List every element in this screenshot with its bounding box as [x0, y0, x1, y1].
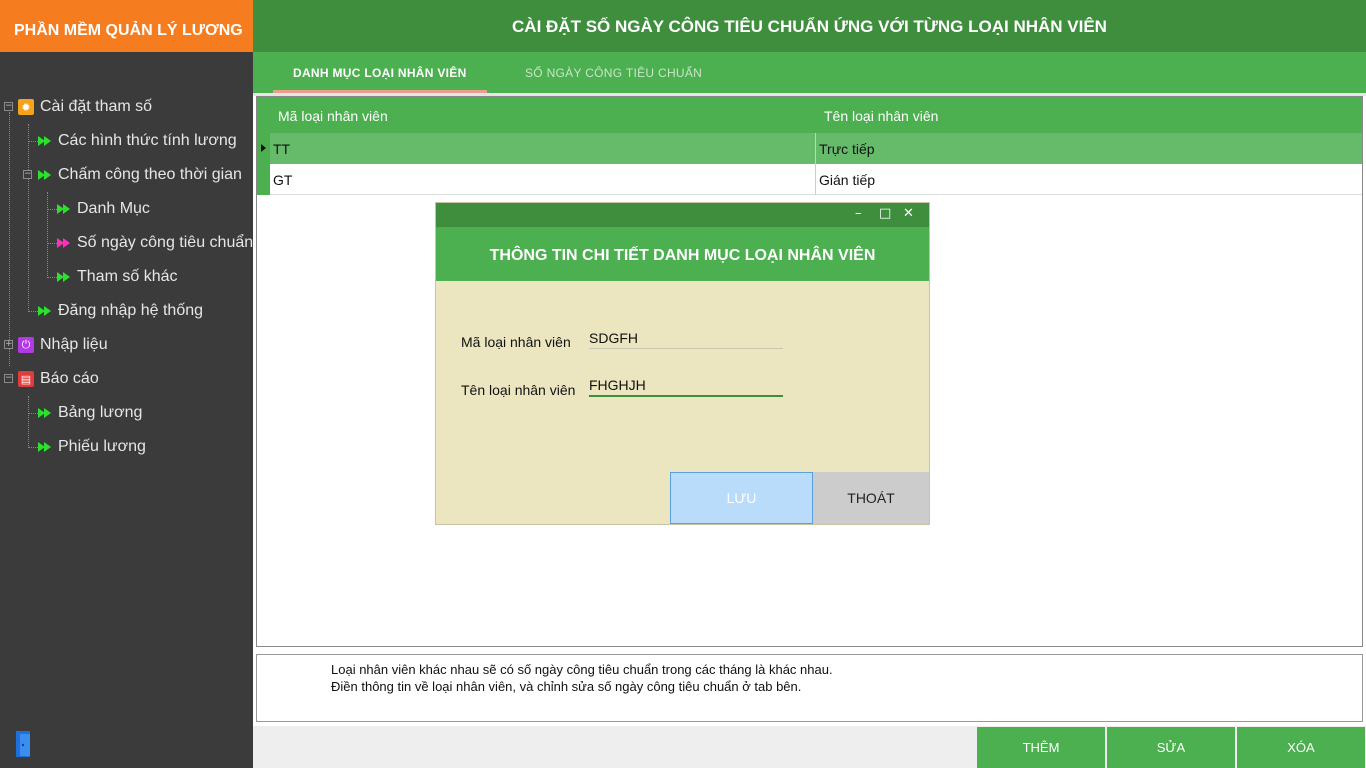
tab-employee-types[interactable]: DANH MỤC LOẠI NHÂN VIÊN: [273, 52, 487, 93]
collapse-toggle[interactable]: −: [4, 374, 13, 383]
code-field[interactable]: [589, 327, 783, 349]
row-header[interactable]: [257, 164, 270, 195]
sidebar-item-time-attendance[interactable]: Chấm công theo thời gian: [38, 158, 242, 192]
name-label: Tên loại nhân viên: [461, 382, 576, 398]
row-header[interactable]: [257, 133, 270, 164]
sidebar-item-payslip[interactable]: Phiếu lương: [38, 430, 146, 464]
double-arrow-icon: [38, 306, 52, 316]
save-button[interactable]: LƯU: [670, 472, 813, 524]
minimize-icon[interactable]: –: [855, 206, 862, 221]
sidebar-item-standard-workdays[interactable]: Số ngày công tiêu chuẩn: [57, 226, 253, 260]
power-icon: ⏻: [18, 337, 34, 353]
sidebar-item-catalog[interactable]: Danh Mục: [57, 192, 150, 226]
current-row-icon: [261, 144, 266, 152]
sidebar-item-settings[interactable]: ✹ Cài đặt tham số: [18, 90, 152, 124]
collapse-toggle[interactable]: −: [23, 170, 32, 179]
sidebar-item-label: Bảng lương: [58, 404, 143, 421]
cell-code[interactable]: GT: [270, 164, 816, 195]
sidebar-item-salary-methods[interactable]: Các hình thức tính lương: [38, 124, 237, 158]
double-arrow-icon: [57, 204, 71, 214]
double-arrow-icon: [38, 408, 52, 418]
sidebar-item-label: Các hình thức tính lương: [58, 132, 237, 149]
edit-button[interactable]: SỬA: [1107, 727, 1235, 768]
sidebar-item-label: Chấm công theo thời gian: [58, 166, 242, 183]
sidebar-item-other-params[interactable]: Tham số khác: [57, 260, 177, 294]
exit-button[interactable]: THOÁT: [813, 472, 929, 524]
sidebar-item-label: Danh Mục: [77, 200, 150, 217]
sidebar-item-reports[interactable]: ▤ Báo cáo: [18, 362, 99, 396]
delete-button[interactable]: XÓA: [1237, 727, 1365, 768]
column-header-code[interactable]: Mã loại nhân viên: [278, 108, 388, 124]
page-title: CÀI ĐẶT SỐ NGÀY CÔNG TIÊU CHUẨN ỨNG VỚI …: [253, 0, 1366, 52]
report-icon: ▤: [18, 371, 34, 387]
double-arrow-icon: [38, 170, 52, 180]
maximize-icon[interactable]: □: [879, 206, 891, 221]
collapse-toggle[interactable]: −: [4, 102, 13, 111]
sidebar-item-payroll[interactable]: Bảng lương: [38, 396, 142, 430]
dialog-title: THÔNG TIN CHI TIẾT DANH MỤC LOẠI NHÂN VI…: [436, 227, 929, 281]
close-icon[interactable]: ✕: [903, 206, 914, 221]
cell-code[interactable]: TT: [270, 133, 816, 164]
double-arrow-icon: [57, 238, 71, 248]
detail-dialog: – □ ✕ THÔNG TIN CHI TIẾT DANH MỤC LOẠI N…: [436, 203, 929, 524]
sidebar-item-data-entry[interactable]: ⏻ Nhập liệu: [18, 328, 108, 362]
table-row[interactable]: TT Trực tiếp: [257, 133, 1362, 164]
sidebar-item-label: Báo cáo: [40, 370, 99, 387]
grid-header: Mã loại nhân viên Tên loại nhân viên: [257, 97, 1362, 133]
note-line: Điền thông tin về loại nhân viên, và chỉ…: [331, 679, 802, 694]
expand-toggle[interactable]: +: [4, 340, 13, 349]
note-line: Loại nhân viên khác nhau sẽ có số ngày c…: [331, 662, 833, 677]
sidebar-item-label: Cài đặt tham số: [40, 98, 153, 115]
exit-door-icon[interactable]: [14, 729, 34, 759]
double-arrow-icon: [38, 442, 52, 452]
sidebar-item-label: Số ngày công tiêu chuẩn: [77, 234, 254, 251]
gear-icon: ✹: [18, 99, 34, 115]
add-button[interactable]: THÊM: [977, 727, 1105, 768]
double-arrow-icon: [38, 136, 52, 146]
sidebar-item-label: Tham số khác: [77, 268, 178, 285]
name-field[interactable]: [589, 375, 783, 397]
cell-name[interactable]: Gián tiếp: [816, 164, 1362, 195]
double-arrow-icon: [57, 272, 71, 282]
sidebar-item-label: Đăng nhập hệ thống: [58, 302, 204, 319]
sidebar-item-system-login[interactable]: Đăng nhập hệ thống: [38, 294, 203, 328]
sidebar: PHẦN MỀM QUẢN LÝ LƯƠNG − ✹ Cài đặt tham …: [0, 0, 253, 768]
sidebar-item-label: Nhập liệu: [40, 336, 108, 353]
column-header-name[interactable]: Tên loại nhân viên: [824, 108, 938, 124]
help-note: Loại nhân viên khác nhau sẽ có số ngày c…: [256, 654, 1363, 722]
sidebar-item-label: Phiếu lương: [58, 438, 146, 455]
table-row[interactable]: GT Gián tiếp: [257, 164, 1362, 195]
code-label: Mã loại nhân viên: [461, 334, 571, 350]
app-window: PHẦN MỀM QUẢN LÝ LƯƠNG − ✹ Cài đặt tham …: [0, 0, 1366, 768]
app-title: PHẦN MỀM QUẢN LÝ LƯƠNG: [0, 0, 253, 52]
tab-bar: DANH MỤC LOẠI NHÂN VIÊN SỐ NGÀY CÔNG TIÊ…: [253, 52, 1366, 93]
cell-name[interactable]: Trực tiếp: [816, 133, 1362, 164]
tab-standard-workdays[interactable]: SỐ NGÀY CÔNG TIÊU CHUẨN: [505, 52, 722, 93]
dialog-titlebar[interactable]: – □ ✕: [436, 203, 929, 227]
